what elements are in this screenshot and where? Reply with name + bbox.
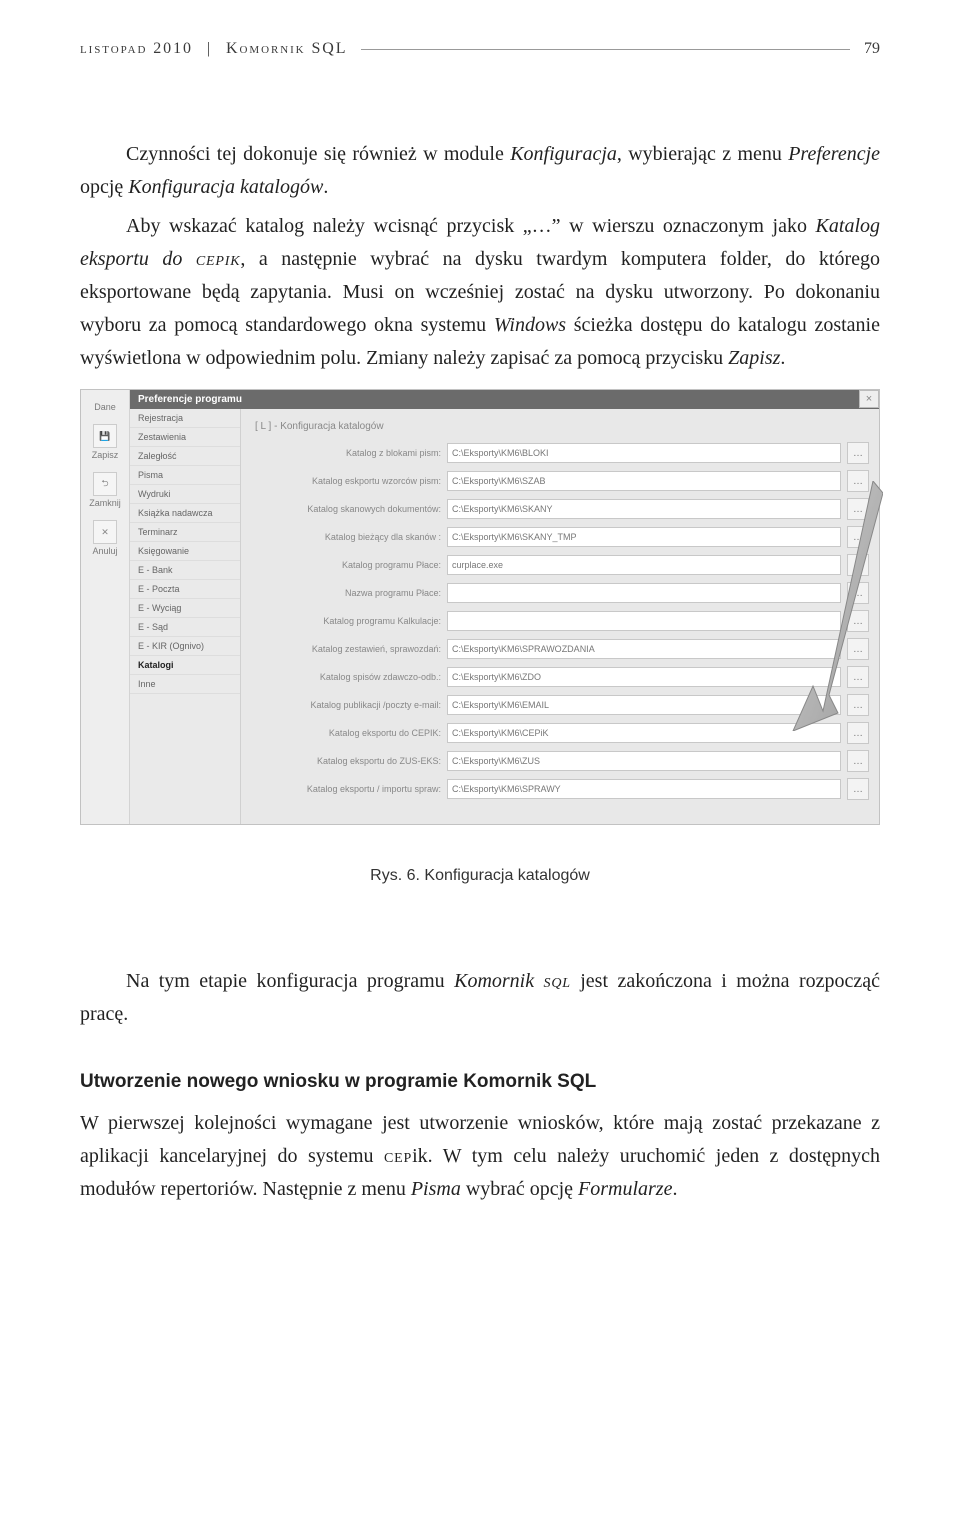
page-number: 79 — [864, 40, 880, 58]
field-label: Nazwa programu Płace: — [251, 588, 441, 598]
field-row: Nazwa programu Płace: … — [251, 582, 869, 604]
field-label: Katalog zestawień, sprawozdań: — [251, 644, 441, 654]
rail-cancel[interactable]: ✕ Anuluj — [81, 516, 129, 560]
field-label: Katalog eksportu / importu spraw: — [251, 784, 441, 794]
preferences-main: [ L ] - Konfiguracja katalogów Katalog z… — [241, 409, 879, 824]
path-input[interactable] — [447, 611, 841, 631]
sidebar-item[interactable]: Wydruki — [130, 485, 240, 504]
path-input[interactable]: C:\Eksporty\KM6\SKANY_TMP — [447, 527, 841, 547]
path-input[interactable]: C:\Eksporty\KM6\SPRAWY — [447, 779, 841, 799]
field-label: Katalog eksportu do ZUS-EKS: — [251, 756, 441, 766]
browse-button[interactable]: … — [847, 638, 869, 660]
browse-button[interactable]: … — [847, 750, 869, 772]
sidebar-item[interactable]: Inne — [130, 675, 240, 694]
field-row: Katalog bieżący dla skanów : C:\Eksporty\… — [251, 526, 869, 548]
figure-caption: Rys. 6. Konfiguracja katalogów — [80, 867, 880, 885]
field-row: Katalog publikacji /poczty e-mail: C:\Eks… — [251, 694, 869, 716]
page-header: listopad 2010 | Komornik SQL 79 — [80, 40, 880, 58]
section-subhead: Utworzenie nowego wniosku w programie Ko… — [80, 1071, 880, 1093]
browse-button[interactable]: … — [847, 778, 869, 800]
sidebar-item[interactable]: E - Wyciąg — [130, 599, 240, 618]
field-row: Katalog eskportu wzorców pism: C:\Eksport… — [251, 470, 869, 492]
sidebar-item[interactable]: Rejestracja — [130, 409, 240, 428]
field-label: Katalog publikacji /poczty e-mail: — [251, 700, 441, 710]
browse-button[interactable]: … — [847, 694, 869, 716]
close-icon: ⮌ — [93, 472, 117, 496]
field-row: Katalog zestawień, sprawozdań: C:\Eksport… — [251, 638, 869, 660]
field-row: Katalog eksportu / importu spraw: C:\Eksp… — [251, 778, 869, 800]
sidebar-item[interactable]: E - Bank — [130, 561, 240, 580]
section-title: [ L ] - Konfiguracja katalogów — [255, 421, 869, 432]
sidebar-item[interactable]: E - Sąd — [130, 618, 240, 637]
field-row: Katalog eksportu do ZUS-EKS: C:\Eksporty\… — [251, 750, 869, 772]
paragraph-4: W pierwszej kolejności wymagane jest utw… — [80, 1107, 880, 1206]
path-input[interactable]: C:\Eksporty\KM6\SPRAWOZDANIA — [447, 639, 841, 659]
sidebar-item[interactable]: Pisma — [130, 466, 240, 485]
path-input[interactable]: C:\Eksporty\KM6\SZAB — [447, 471, 841, 491]
preferences-sidebar: RejestracjaZestawieniaZaległośćPismaWydr… — [130, 409, 241, 824]
field-label: Katalog bieżący dla skanów : — [251, 532, 441, 542]
field-label: Katalog skanowych dokumentów: — [251, 504, 441, 514]
browse-button[interactable]: … — [847, 722, 869, 744]
field-row: Katalog z blokami pism: C:\Eksporty\KM6\B… — [251, 442, 869, 464]
screenshot-figure: × Dane 💾 Zapisz ⮌ Zamknij — [80, 389, 880, 825]
header-date: listopad 2010 — [80, 40, 193, 58]
paragraph-3: Na tym etapie konfiguracja programu Komo… — [80, 965, 880, 1031]
field-label: Katalog eksportu do CEPIK: — [251, 728, 441, 738]
browse-button[interactable]: … — [847, 470, 869, 492]
rail-close[interactable]: ⮌ Zamknij — [81, 468, 129, 512]
path-input[interactable]: C:\Eksporty\KM6\CEPiK — [447, 723, 841, 743]
paragraph-2: Aby wskazać katalog należy wcisnąć przyc… — [80, 210, 880, 375]
path-input[interactable]: C:\Eksporty\KM6\ZUS — [447, 751, 841, 771]
header-separator: | — [207, 40, 212, 58]
panel-title-bar: Preferencje programu — [130, 390, 879, 409]
browse-button[interactable]: … — [847, 554, 869, 576]
header-rule — [361, 49, 850, 50]
field-label: Katalog z blokami pism: — [251, 448, 441, 458]
path-input[interactable]: C:\Eksporty\KM6\BLOKI — [447, 443, 841, 463]
sidebar-item[interactable]: E - KIR (Ognivo) — [130, 637, 240, 656]
field-label: Katalog programu Płace: — [251, 560, 441, 570]
paragraph-1: Czynności tej dokonuje się również w mod… — [80, 138, 880, 204]
field-label: Katalog spisów zdawczo-odb.: — [251, 672, 441, 682]
rail-save[interactable]: 💾 Zapisz — [81, 420, 129, 464]
rail-dane-label: Dane — [81, 398, 129, 416]
save-icon: 💾 — [93, 424, 117, 448]
field-row: Katalog programu Płace: curplace.exe … — [251, 554, 869, 576]
window-close-button[interactable]: × — [859, 390, 879, 408]
field-label: Katalog eskportu wzorców pism: — [251, 476, 441, 486]
sidebar-item[interactable]: Księgowanie — [130, 542, 240, 561]
sidebar-item[interactable]: Zestawienia — [130, 428, 240, 447]
path-input[interactable]: curplace.exe — [447, 555, 841, 575]
window-close-corner: × — [859, 390, 879, 408]
sidebar-item[interactable]: Zaległość — [130, 447, 240, 466]
path-input[interactable]: C:\Eksporty\KM6\EMAIL — [447, 695, 841, 715]
browse-button[interactable]: … — [847, 498, 869, 520]
browse-button[interactable]: … — [847, 582, 869, 604]
sidebar-item[interactable]: Katalogi — [130, 656, 240, 675]
browse-button[interactable]: … — [847, 610, 869, 632]
field-row: Katalog spisów zdawczo-odb.: C:\Eksporty\… — [251, 666, 869, 688]
field-label: Katalog programu Kalkulacje: — [251, 616, 441, 626]
sidebar-item[interactable]: E - Poczta — [130, 580, 240, 599]
header-title: Komornik SQL — [226, 40, 347, 58]
field-row: Katalog eksportu do CEPIK: C:\Eksporty\KM… — [251, 722, 869, 744]
sidebar-item[interactable]: Książka nadawcza — [130, 504, 240, 523]
path-input[interactable]: C:\Eksporty\KM6\ZDO — [447, 667, 841, 687]
browse-button[interactable]: … — [847, 666, 869, 688]
browse-button[interactable]: … — [847, 442, 869, 464]
field-row: Katalog programu Kalkulacje: … — [251, 610, 869, 632]
browse-button[interactable]: … — [847, 526, 869, 548]
panel-title: Preferencje programu — [138, 394, 242, 405]
sidebar-item[interactable]: Terminarz — [130, 523, 240, 542]
cancel-icon: ✕ — [93, 520, 117, 544]
path-input[interactable]: C:\Eksporty\KM6\SKANY — [447, 499, 841, 519]
path-input[interactable] — [447, 583, 841, 603]
field-row: Katalog skanowych dokumentów: C:\Eksporty… — [251, 498, 869, 520]
action-rail: Dane 💾 Zapisz ⮌ Zamknij ✕ Anuluj — [81, 390, 130, 824]
